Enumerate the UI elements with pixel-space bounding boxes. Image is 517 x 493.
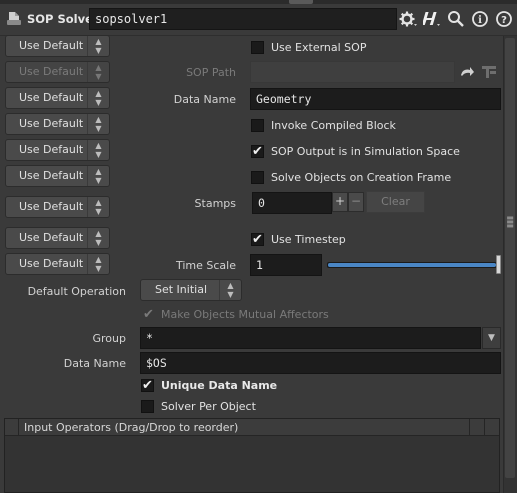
sop-output-sim-space-checkbox[interactable]: ✔ (251, 145, 264, 158)
menu-label: Use Default (19, 91, 84, 104)
info-icon[interactable]: i (471, 10, 489, 28)
search-icon[interactable] (447, 10, 465, 28)
input-operators-column-handle (469, 419, 485, 436)
houdini-help-icon[interactable] (421, 9, 443, 29)
time-scale-slider-track[interactable] (327, 262, 497, 268)
menu-label: Set Initial (155, 283, 207, 296)
pane-top-strip (0, 0, 517, 4)
node-type-label: SOP Solver (27, 12, 99, 26)
unique-data-name-checkbox[interactable]: ✔ (141, 379, 154, 392)
use-external-sop-default-menu[interactable]: Use Default ▲ ▼ (5, 35, 110, 57)
checkmark-icon: ✔ (252, 144, 263, 159)
data-name2-label: Data Name (63, 357, 126, 370)
sop-solver-node-icon (6, 11, 22, 26)
solve-on-creation-checkbox[interactable] (251, 171, 264, 184)
menu-label: Use Default (19, 257, 84, 270)
solver-per-object-label: Solver Per Object (161, 400, 256, 413)
data-name2-field[interactable]: $OS (140, 352, 501, 374)
menu-arrows-icon: ▲ ▼ (219, 280, 241, 300)
data-name-default-menu[interactable]: Use Default ▲ ▼ (5, 87, 110, 109)
scrollbar-grip-icon: ▬ ▬ ▬ (506, 213, 514, 230)
checkmark-icon: ✔ (142, 378, 153, 393)
menu-label: Use Default (19, 231, 84, 244)
menu-arrows-icon: ▲ ▼ (87, 140, 109, 160)
solver-per-object-checkbox[interactable] (141, 400, 154, 413)
menu-arrows-icon: ▲ ▼ (87, 114, 109, 134)
data-name-field[interactable]: Geometry (250, 88, 501, 110)
gear-icon[interactable] (398, 10, 418, 28)
menu-label: Use Default (19, 117, 84, 130)
menu-label: Use Default (19, 65, 84, 78)
invoke-compiled-block-label: Invoke Compiled Block (271, 119, 396, 132)
menu-arrows-icon: ▲ ▼ (87, 228, 109, 248)
stamps-add-button[interactable]: + (332, 192, 348, 212)
input-operators-header-label: Input Operators (Drag/Drop to reorder) (24, 421, 239, 434)
menu-arrows-icon: ▲ ▼ (87, 166, 109, 186)
stamps-clear-button[interactable]: Clear (366, 191, 425, 213)
group-label: Group (92, 332, 127, 345)
use-external-sop-label: Use External SOP (271, 41, 367, 54)
solve-on-creation-label: Solve Objects on Creation Frame (271, 171, 452, 184)
time-scale-field[interactable]: 1 (250, 254, 322, 276)
node-name-field[interactable]: sopsolver1 (89, 8, 397, 30)
node-chooser-icon (480, 64, 498, 80)
stamps-label: Stamps (194, 197, 236, 210)
sop-output-sim-space-label: SOP Output is in Simulation Space (271, 145, 460, 158)
stamps-default-menu[interactable]: Use Default ▲ ▼ (5, 196, 110, 218)
menu-arrows-icon: ▲ ▼ (87, 62, 109, 82)
use-timestep-default-menu[interactable]: Use Default ▲ ▼ (5, 227, 110, 249)
svg-text:?: ? (501, 15, 507, 26)
unique-data-name-label: Unique Data Name (161, 379, 278, 392)
default-operation-menu[interactable]: Set Initial ▲ ▼ (140, 279, 242, 301)
use-timestep-label: Use Timestep (271, 233, 346, 246)
invoke-compiled-block-checkbox[interactable] (251, 119, 264, 132)
input-operators-column-spacer (5, 419, 19, 436)
menu-label: Use Default (19, 143, 84, 156)
menu-arrows-icon: ▲ ▼ (87, 197, 109, 217)
sop-path-default-menu: Use Default ▲ ▼ (5, 61, 110, 83)
menu-arrows-icon: ▲ ▼ (87, 254, 109, 274)
group-dropdown-button[interactable]: ▼ (482, 327, 501, 349)
solve-on-creation-default-menu[interactable]: Use Default ▲ ▼ (5, 165, 110, 187)
sop-path-field (250, 61, 455, 83)
svg-text:i: i (478, 15, 482, 26)
checkmark-icon: ✔ (252, 232, 263, 247)
time-scale-label: Time Scale (175, 259, 236, 272)
data-name-label: Data Name (173, 93, 236, 106)
use-external-sop-checkbox[interactable] (251, 41, 264, 54)
stamps-field[interactable]: 0 (252, 192, 332, 214)
chevron-down-icon: ▼ (488, 333, 495, 343)
make-mutual-affectors-checkmark-icon: ✔ (143, 307, 154, 322)
menu-label: Use Default (19, 200, 84, 213)
menu-arrows-icon: ▲ ▼ (87, 88, 109, 108)
use-timestep-checkbox[interactable]: ✔ (251, 233, 264, 246)
menu-label: Use Default (19, 39, 84, 52)
menu-arrows-icon: ▲ ▼ (87, 36, 109, 56)
group-field[interactable]: * (140, 327, 481, 349)
default-operation-label: Default Operation (27, 285, 126, 298)
time-scale-slider-handle[interactable] (496, 255, 501, 274)
sop-path-label: SOP Path (186, 66, 236, 79)
make-mutual-affectors-label: Make Objects Mutual Affectors (161, 308, 329, 321)
sop-output-sim-space-default-menu[interactable]: Use Default ▲ ▼ (5, 139, 110, 161)
invoke-compiled-block-default-menu[interactable]: Use Default ▲ ▼ (5, 113, 110, 135)
menu-label: Use Default (19, 169, 84, 182)
stamps-remove-button[interactable]: − (348, 192, 364, 212)
help-icon[interactable]: ? (495, 10, 513, 28)
time-scale-default-menu[interactable]: Use Default ▲ ▼ (5, 253, 110, 275)
time-scale-slider-fill (328, 263, 496, 267)
jump-to-operator-icon[interactable] (459, 64, 475, 80)
parameter-scrollbar-thumb[interactable] (505, 38, 515, 478)
pane-split-handle[interactable] (289, 0, 313, 4)
